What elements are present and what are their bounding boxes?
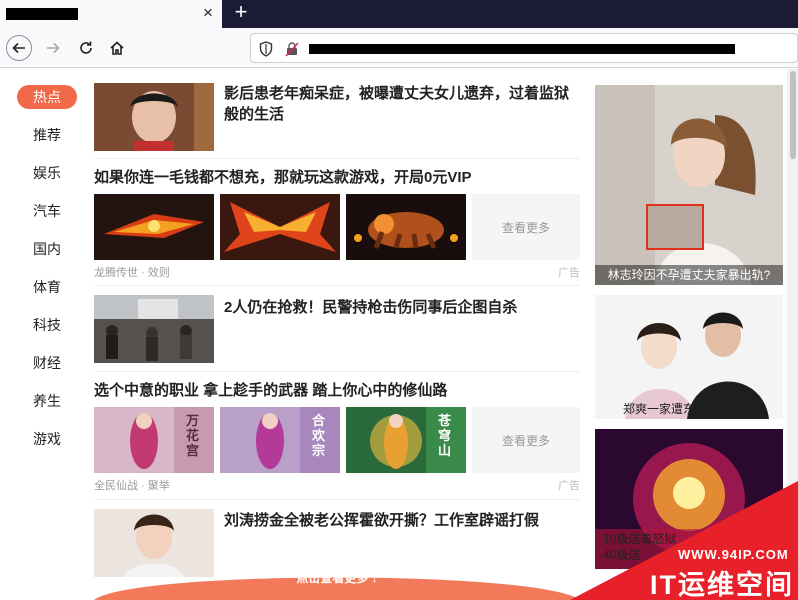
category-recommend[interactable]: 推荐: [17, 123, 77, 147]
category-games[interactable]: 游戏: [17, 427, 77, 451]
ad-title[interactable]: 如果你连一毛钱都不想充，那就玩这款游戏，开局0元VIP: [94, 167, 580, 188]
article-title[interactable]: 2人仍在抢救！民警持枪击伤同事后企图自杀: [224, 297, 574, 318]
ad-banner-text: 万花宫: [186, 413, 200, 458]
reload-button[interactable]: [73, 35, 99, 61]
ad-view-more-button[interactable]: 查看更多: [472, 407, 580, 473]
address-bar[interactable]: [250, 33, 798, 63]
tab-title-redacted: [6, 8, 78, 20]
category-health[interactable]: 养生: [17, 389, 77, 413]
ad-image-beast[interactable]: [346, 194, 466, 260]
category-auto[interactable]: 汽车: [17, 199, 77, 223]
ad-label: 广告: [558, 267, 580, 279]
category-hot[interactable]: 热点: [17, 85, 77, 109]
category-finance[interactable]: 财经: [17, 351, 77, 375]
arrow-right-icon: [47, 42, 60, 54]
ad-banner-text: 苍穹山: [438, 413, 452, 458]
category-sports[interactable]: 体育: [17, 275, 77, 299]
ad-image-wanhuagong[interactable]: 万花宫: [94, 407, 214, 473]
arrow-left-icon: [12, 42, 25, 54]
ad-banner-text: 合欢宗: [312, 413, 326, 458]
ad-view-more-button[interactable]: 查看更多: [472, 194, 580, 260]
ad-image-weapon[interactable]: [94, 194, 214, 260]
divider: [94, 285, 580, 286]
back-button[interactable]: [6, 35, 32, 61]
tab-strip: × +: [0, 0, 798, 28]
article-title[interactable]: 刘涛捞金全被老公挥霍欲开撕？工作室辟谣打假: [224, 510, 574, 531]
divider: [94, 371, 580, 372]
ad-image-wings[interactable]: [220, 194, 340, 260]
url-redacted: [309, 44, 735, 54]
load-more-label: 点击查看更多 ↓: [296, 571, 378, 585]
home-button[interactable]: [104, 35, 130, 61]
forward-button[interactable]: [40, 35, 66, 61]
article-thumbnail-street[interactable]: [94, 295, 214, 363]
divider: [94, 158, 580, 159]
active-tab[interactable]: ×: [0, 0, 222, 28]
insecure-connection-icon[interactable]: [285, 41, 299, 57]
navigation-toolbar: [0, 28, 798, 68]
scrollbar-thumb[interactable]: [790, 71, 796, 159]
ad-image-hehuanzong[interactable]: 合欢宗: [220, 407, 340, 473]
article-thumbnail-actress[interactable]: [94, 83, 214, 151]
category-domestic[interactable]: 国内: [17, 237, 77, 261]
ad-source: 龙腾传世 · 效则: [94, 267, 170, 279]
ad-title[interactable]: 选个中意的职业 拿上趁手的武器 踏上你心中的修仙路: [94, 380, 580, 401]
divider: [94, 499, 580, 500]
shield-icon[interactable]: [259, 41, 273, 57]
ad-source: 全民仙战 · 聚举: [94, 480, 170, 492]
sidebar-caption: 郑爽一家遭东北邻居嫌弃: [622, 402, 755, 416]
ad-image-cangqiongshan[interactable]: 苍穹山: [346, 407, 466, 473]
new-tab-button[interactable]: +: [230, 0, 252, 26]
load-more-button[interactable]: 点击查看更多 ↓: [94, 566, 580, 600]
category-entertainment[interactable]: 娱乐: [17, 161, 77, 185]
site-watermark: WWW.94IP.COM IT运维空间: [570, 481, 798, 600]
watermark-text: IT运维空间: [650, 570, 794, 600]
close-tab-button[interactable]: ×: [199, 4, 217, 22]
home-icon: [110, 41, 124, 55]
sidebar-card[interactable]: 郑爽一家遭东北邻居嫌弃: [595, 295, 783, 419]
watermark-url: WWW.94IP.COM: [678, 547, 789, 562]
category-tech[interactable]: 科技: [17, 313, 77, 337]
sidebar-caption: 林志玲因不孕遭丈夫家暴出轨?: [595, 265, 783, 285]
sidebar-card[interactable]: 林志玲因不孕遭丈夫家暴出轨?: [595, 85, 783, 285]
reload-icon: [80, 41, 92, 54]
article-title[interactable]: 影后患老年痴呆症，被曝遭丈夫女儿遗弃，过着监狱般的生活: [224, 83, 574, 125]
